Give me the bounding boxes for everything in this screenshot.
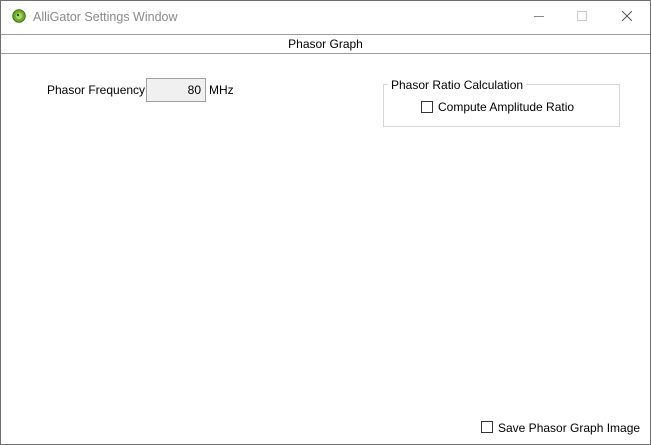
save-phasor-graph-image-checkbox[interactable]	[481, 421, 493, 433]
close-button[interactable]	[604, 1, 650, 33]
minimize-icon	[534, 10, 544, 24]
alligator-app-icon	[12, 9, 26, 23]
menu-item-phasor-graph[interactable]: Phasor Graph	[1, 35, 650, 53]
phasor-ratio-group-label: Phasor Ratio Calculation	[388, 78, 527, 92]
menu-bar: Phasor Graph	[1, 34, 650, 54]
compute-amplitude-ratio-label[interactable]: Compute Amplitude Ratio	[438, 100, 574, 114]
close-icon	[621, 10, 633, 24]
phasor-frequency-input[interactable]	[146, 78, 206, 102]
minimize-button[interactable]	[516, 1, 562, 33]
title-bar[interactable]: AlliGator Settings Window	[1, 1, 650, 33]
compute-amplitude-ratio-checkbox[interactable]	[421, 101, 433, 113]
maximize-button[interactable]	[559, 1, 605, 33]
settings-window: AlliGator Settings Window Phasor Graph P…	[0, 0, 651, 445]
window-title: AlliGator Settings Window	[33, 10, 178, 24]
phasor-frequency-label: Phasor Frequency	[47, 83, 146, 97]
phasor-frequency-unit: MHz	[209, 83, 234, 97]
maximize-icon	[577, 10, 587, 24]
save-phasor-graph-image-label[interactable]: Save Phasor Graph Image	[498, 421, 640, 435]
